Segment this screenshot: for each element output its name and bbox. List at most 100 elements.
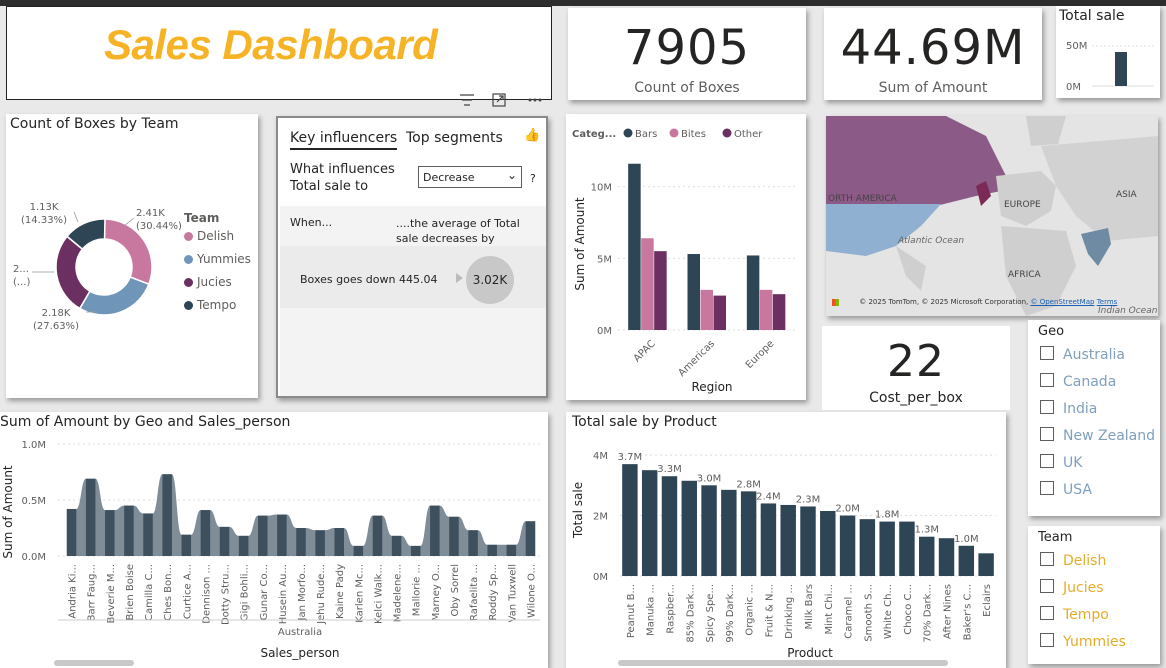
checkbox[interactable] bbox=[1040, 481, 1054, 495]
team-item-tempo[interactable]: Tempo bbox=[1040, 606, 1109, 623]
geo-bar-ches-bon[interactable] bbox=[162, 474, 172, 556]
geo-bar-rafaelita[interactable] bbox=[468, 530, 478, 556]
map-card[interactable]: ORTH AMERICA EUROPE ASIA Atlantic Ocean … bbox=[826, 116, 1158, 316]
geo-bar-wilone-o[interactable] bbox=[525, 521, 536, 556]
geo-bar-gunar-co[interactable] bbox=[258, 515, 268, 556]
geo-item-india[interactable]: India bbox=[1040, 400, 1097, 417]
geo-item-new-zealand[interactable]: New Zealand bbox=[1040, 427, 1155, 444]
geo-bar-kaine-pady[interactable] bbox=[334, 528, 344, 556]
map-terms-link[interactable]: Terms bbox=[1097, 298, 1118, 306]
geo-bar-brien-boise[interactable] bbox=[124, 505, 134, 556]
product-bar-fruit-n[interactable] bbox=[760, 503, 777, 576]
legend-item-yummies[interactable]: Yummies bbox=[184, 252, 251, 275]
more-options-icon[interactable] bbox=[528, 98, 542, 102]
region-bar-apac-other[interactable] bbox=[654, 251, 667, 330]
geo-item-usa[interactable]: USA bbox=[1040, 481, 1092, 498]
geo-xtick-kaine-pady: Kaine Pady bbox=[335, 564, 346, 619]
checkbox[interactable] bbox=[1040, 633, 1054, 647]
product-bar-milk-bars[interactable] bbox=[800, 506, 816, 576]
ki-dropdown[interactable]: Decrease ⌄ bbox=[418, 166, 522, 188]
geo-item-canada[interactable]: Canada bbox=[1040, 373, 1116, 390]
product-bar-99-dark[interactable] bbox=[721, 489, 737, 576]
geo-bar-marney-o[interactable] bbox=[430, 505, 440, 556]
total-sale-bar[interactable] bbox=[1115, 52, 1127, 86]
ki-help[interactable]: ? bbox=[530, 172, 536, 185]
region-bar-americas-other[interactable] bbox=[713, 295, 727, 330]
geo-bar-dennison[interactable] bbox=[200, 510, 211, 556]
product-bar-mint-chi[interactable] bbox=[820, 511, 836, 576]
focus-mode-icon[interactable] bbox=[492, 93, 506, 107]
product-chart-scrollbar[interactable] bbox=[618, 660, 948, 666]
map-canvas[interactable] bbox=[826, 116, 1158, 316]
product-bar-70-dark[interactable] bbox=[919, 536, 935, 576]
donut-slice-yummies[interactable] bbox=[78, 276, 150, 316]
product-bar-85-dark[interactable] bbox=[681, 480, 697, 576]
geo-bar-husein-au[interactable] bbox=[277, 514, 287, 556]
team-item-jucies[interactable]: Jucies bbox=[1040, 579, 1104, 596]
geo-bar-camilla-c[interactable] bbox=[143, 513, 153, 556]
product-bar-eclairs[interactable] bbox=[978, 553, 994, 576]
geo-bar-gigi-bohli[interactable] bbox=[238, 535, 249, 556]
map-osm-link[interactable]: © OpenStreetMap bbox=[1030, 298, 1094, 306]
team-item-yummies[interactable]: Yummies bbox=[1040, 633, 1126, 650]
checkbox[interactable] bbox=[1040, 427, 1054, 441]
product-bar-smooth-s[interactable] bbox=[859, 519, 876, 576]
checkbox[interactable] bbox=[1040, 552, 1054, 566]
tab-top-segments[interactable]: Top segments bbox=[406, 130, 503, 146]
geo-bar-andria-ki[interactable] bbox=[66, 508, 77, 556]
region-legend-item-bites[interactable]: Bites bbox=[669, 128, 706, 141]
geo-bar-mallorie[interactable] bbox=[410, 545, 421, 556]
checkbox[interactable] bbox=[1040, 454, 1054, 468]
geo-bar-oby-sorrel[interactable] bbox=[449, 516, 459, 556]
tab-key-influencers[interactable]: Key influencers bbox=[290, 130, 398, 150]
region-bar-apac-bites[interactable] bbox=[641, 238, 654, 330]
checkbox[interactable] bbox=[1040, 346, 1054, 360]
checkbox[interactable] bbox=[1040, 373, 1054, 387]
ki-row-label[interactable]: Boxes goes down 445.04 bbox=[300, 273, 437, 286]
checkbox[interactable] bbox=[1040, 579, 1054, 593]
geo-chart-scrollbar[interactable] bbox=[54, 660, 134, 666]
product-bar-raspber[interactable] bbox=[661, 476, 678, 576]
product-bar-white-ch[interactable] bbox=[879, 521, 895, 576]
region-bar-apac-bars[interactable] bbox=[628, 163, 641, 330]
product-bar-manuka[interactable] bbox=[641, 470, 658, 576]
geo-bar-barr-faug[interactable] bbox=[85, 478, 96, 556]
region-bar-europe-bites[interactable] bbox=[759, 289, 773, 330]
checkbox[interactable] bbox=[1040, 400, 1054, 414]
product-bar-after-nines[interactable] bbox=[938, 538, 955, 576]
geo-bar-jehu-rude[interactable] bbox=[315, 530, 325, 556]
product-bar-caramel[interactable] bbox=[839, 515, 856, 576]
filter-icon[interactable] bbox=[460, 94, 474, 106]
region-xtick-americas: Americas bbox=[676, 338, 717, 379]
product-bar-baker-s-c[interactable] bbox=[958, 545, 975, 576]
geo-bar-karlen-mc[interactable] bbox=[353, 545, 364, 556]
legend-item-tempo[interactable]: Tempo bbox=[184, 298, 251, 321]
region-bar-americas-bites[interactable] bbox=[700, 289, 714, 330]
geo-item-uk[interactable]: UK bbox=[1040, 454, 1082, 471]
checkbox[interactable] bbox=[1040, 606, 1054, 620]
geo-item-australia[interactable]: Australia bbox=[1040, 346, 1125, 363]
team-item-delish[interactable]: Delish bbox=[1040, 552, 1106, 569]
region-legend-item-bars[interactable]: Bars bbox=[623, 128, 658, 141]
geo-bar-beverie-m[interactable] bbox=[105, 510, 115, 556]
legend-item-jucies[interactable]: Jucies bbox=[184, 275, 251, 298]
product-bar-peanut-b[interactable] bbox=[622, 464, 638, 576]
product-bar-organic[interactable] bbox=[740, 491, 757, 576]
geo-bar-curtice-a[interactable] bbox=[181, 534, 192, 556]
geo-bar-madelene[interactable] bbox=[391, 535, 402, 556]
geo-bar-jan-morfo[interactable] bbox=[296, 528, 306, 556]
region-legend-item-other[interactable]: Other bbox=[722, 128, 764, 141]
product-bar-choco-c[interactable] bbox=[899, 521, 915, 576]
ki-row-bubble[interactable]: 3.02K bbox=[466, 256, 514, 304]
region-bar-europe-bars[interactable] bbox=[746, 255, 760, 330]
product-bar-drinking[interactable] bbox=[780, 504, 796, 576]
geo-bar-roddy-sp[interactable] bbox=[487, 544, 497, 556]
thumbs-up-icon[interactable]: 👍 bbox=[524, 128, 540, 143]
legend-item-delish[interactable]: Delish bbox=[184, 229, 251, 252]
geo-bar-dotty-stru[interactable] bbox=[219, 526, 230, 556]
product-bar-spicy-spe[interactable] bbox=[701, 485, 717, 576]
geo-bar-kelci-walk[interactable] bbox=[372, 515, 383, 556]
region-bar-americas-bars[interactable] bbox=[687, 254, 701, 330]
geo-bar-van-tuxwell[interactable] bbox=[506, 544, 517, 556]
region-bar-europe-other[interactable] bbox=[772, 294, 786, 330]
